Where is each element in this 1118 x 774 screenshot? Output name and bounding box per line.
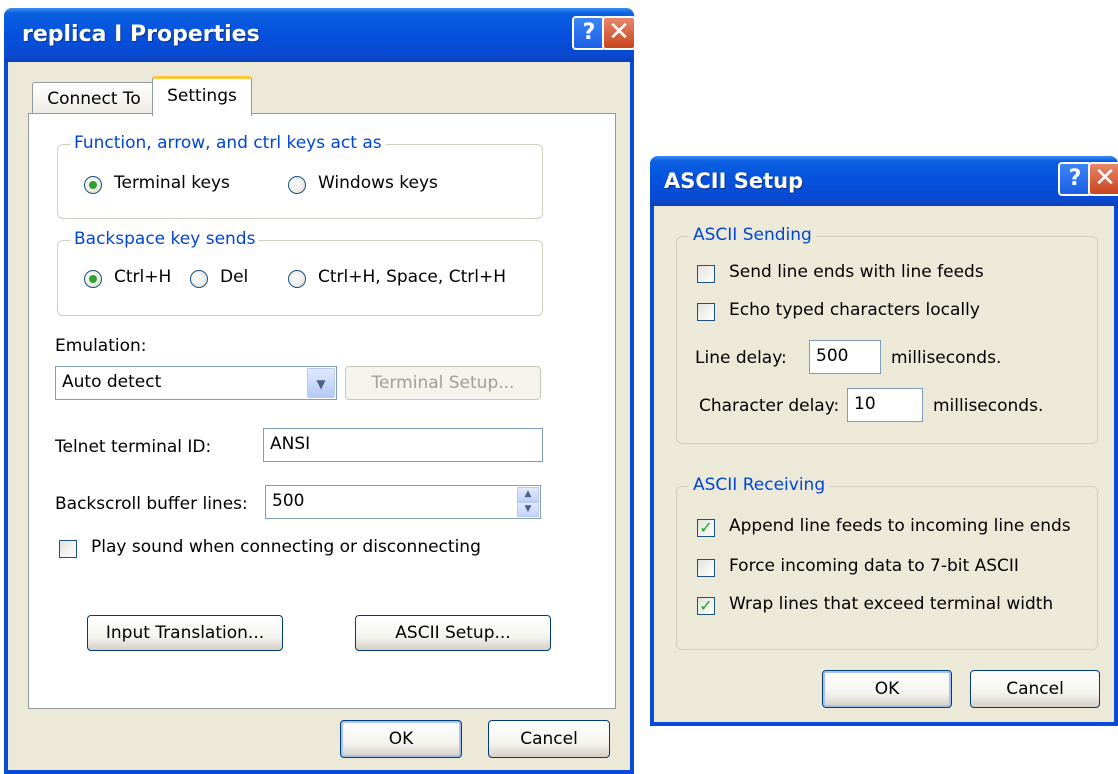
help-button[interactable]: ?: [572, 16, 606, 50]
emulation-value: Auto detect: [62, 372, 162, 392]
wrap-lines-checkbox[interactable]: ✓: [697, 597, 715, 615]
echo-typed-label: Echo typed characters locally: [729, 300, 980, 320]
tab-connect-to-label: Connect To: [47, 89, 141, 109]
ascii-cancel-label: Cancel: [1006, 679, 1064, 699]
play-sound-checkbox[interactable]: [59, 540, 77, 558]
telnet-id-label: Telnet terminal ID:: [55, 437, 212, 457]
ctrl-h-label: Ctrl+H: [114, 267, 172, 287]
ascii-setup-title: ASCII Setup: [664, 169, 804, 193]
settings-panel: Function, arrow, and ctrl keys act as Te…: [28, 113, 616, 709]
close-button[interactable]: ✕: [602, 16, 636, 50]
check-icon: ✓: [699, 596, 713, 615]
terminal-keys-radio[interactable]: [84, 176, 102, 194]
emulation-label: Emulation:: [55, 336, 147, 356]
char-delay-label: Character delay:: [699, 396, 840, 416]
del-label: Del: [220, 267, 249, 287]
del-radio[interactable]: [190, 270, 208, 288]
input-translation-button[interactable]: Input Translation...: [87, 615, 283, 651]
line-delay-input[interactable]: 500: [809, 340, 881, 374]
telnet-id-input[interactable]: ANSI: [263, 428, 543, 462]
backscroll-value: 500: [272, 491, 305, 511]
ascii-receiving-group: ASCII Receiving ✓ Append line feeds to i…: [676, 475, 1098, 650]
input-translation-label: Input Translation...: [105, 623, 265, 643]
force-7bit-checkbox[interactable]: [697, 559, 715, 577]
wrap-lines-label: Wrap lines that exceed terminal width: [729, 594, 1054, 614]
properties-ok-button[interactable]: OK: [340, 720, 462, 758]
close-icon: ✕: [608, 17, 630, 47]
function-keys-group: Function, arrow, and ctrl keys act as Te…: [57, 133, 543, 219]
properties-dialog: replica I Properties ? ✕ Connect To Sett…: [4, 8, 636, 774]
append-line-feeds-label: Append line feeds to incoming line ends: [729, 516, 1071, 536]
properties-title: replica I Properties: [22, 22, 260, 47]
play-sound-label: Play sound when connecting or disconnect…: [91, 537, 481, 557]
chevron-down-icon[interactable]: ▼: [307, 368, 335, 398]
spin-down-icon[interactable]: ▼: [517, 502, 539, 517]
tab-settings[interactable]: Settings: [152, 76, 252, 116]
emulation-select[interactable]: Auto detect ▼: [55, 366, 337, 400]
telnet-id-value: ANSI: [270, 434, 311, 454]
char-delay-input[interactable]: 10: [847, 388, 923, 422]
help-icon: ?: [582, 20, 596, 45]
spin-up-icon[interactable]: ▲: [517, 487, 539, 502]
help-icon: ?: [1068, 166, 1082, 191]
ascii-setup-titlebar[interactable]: ASCII Setup ? ✕: [650, 156, 1118, 206]
terminal-setup-label: Terminal Setup...: [371, 373, 515, 393]
ascii-receiving-legend: ASCII Receiving: [689, 475, 830, 495]
check-icon: ✓: [699, 518, 713, 537]
ascii-setup-dialog: ASCII Setup ? ✕ ASCII Sending Send line …: [650, 156, 1118, 726]
backspace-group: Backspace key sends Ctrl+H Del Ctrl+H, S…: [57, 229, 543, 316]
ascii-ok-button[interactable]: OK: [822, 670, 952, 708]
line-delay-unit: milliseconds.: [891, 348, 1002, 368]
backspace-legend: Backspace key sends: [70, 229, 260, 249]
properties-cancel-label: Cancel: [520, 729, 578, 749]
ascii-sending-group: ASCII Sending Send line ends with line f…: [676, 225, 1098, 444]
line-delay-value: 500: [816, 346, 849, 366]
ascii-close-button[interactable]: ✕: [1088, 162, 1118, 196]
ctrl-h-space-radio[interactable]: [288, 270, 306, 288]
windows-keys-radio[interactable]: [288, 176, 306, 194]
char-delay-unit: milliseconds.: [933, 396, 1044, 416]
ascii-setup-label: ASCII Setup...: [395, 623, 511, 643]
tab-settings-label: Settings: [167, 86, 237, 106]
close-icon: ✕: [1094, 163, 1116, 193]
terminal-keys-label: Terminal keys: [114, 173, 230, 193]
ascii-cancel-button[interactable]: Cancel: [970, 670, 1100, 708]
line-delay-label: Line delay:: [695, 348, 787, 368]
ascii-setup-button[interactable]: ASCII Setup...: [355, 615, 551, 651]
function-keys-legend: Function, arrow, and ctrl keys act as: [70, 133, 386, 153]
ascii-ok-label: OK: [874, 679, 900, 699]
ascii-sending-legend: ASCII Sending: [689, 225, 816, 245]
append-line-feeds-checkbox[interactable]: ✓: [697, 519, 715, 537]
properties-ok-label: OK: [388, 729, 414, 749]
backscroll-spinner[interactable]: 500 ▲ ▼: [265, 485, 541, 519]
ctrl-h-radio[interactable]: [84, 270, 102, 288]
ctrl-h-space-label: Ctrl+H, Space, Ctrl+H: [318, 267, 506, 287]
windows-keys-label: Windows keys: [318, 173, 438, 193]
char-delay-value: 10: [854, 394, 876, 414]
backscroll-label: Backscroll buffer lines:: [55, 494, 248, 514]
send-line-ends-checkbox[interactable]: [697, 265, 715, 283]
tab-connect-to[interactable]: Connect To: [32, 82, 156, 114]
ascii-help-button[interactable]: ?: [1058, 162, 1092, 196]
properties-titlebar[interactable]: replica I Properties ? ✕: [4, 8, 636, 62]
send-line-ends-label: Send line ends with line feeds: [729, 262, 984, 282]
echo-typed-checkbox[interactable]: [697, 303, 715, 321]
terminal-setup-button[interactable]: Terminal Setup...: [345, 366, 541, 400]
properties-cancel-button[interactable]: Cancel: [488, 720, 610, 758]
force-7bit-label: Force incoming data to 7-bit ASCII: [729, 556, 1019, 576]
